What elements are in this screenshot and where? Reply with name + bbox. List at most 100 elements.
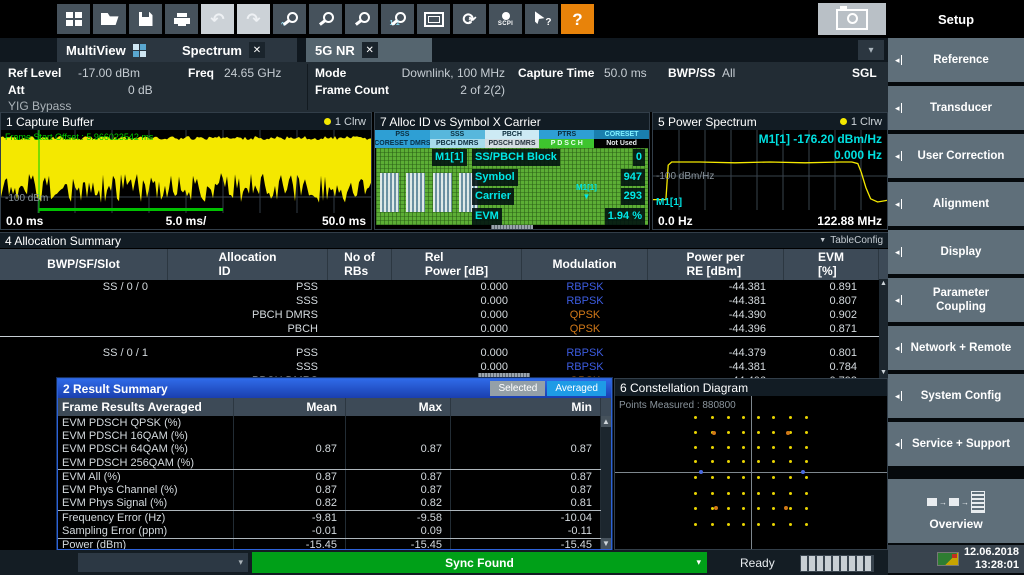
table-row[interactable]: PBCH0.000QPSK-44.3960.871 bbox=[0, 322, 888, 337]
column-header-mean[interactable]: Mean bbox=[234, 398, 346, 416]
capture-buffer-header[interactable]: 1 Capture Buffer 1 Clrw bbox=[1, 113, 371, 130]
table-row[interactable]: EVM PDSCH 64QAM (%)0.870.870.87 bbox=[58, 443, 611, 456]
undo-button[interactable]: ↶ bbox=[201, 4, 234, 34]
column-header-max[interactable]: Max bbox=[346, 398, 451, 416]
help-button[interactable]: ? bbox=[561, 4, 594, 34]
redo-button[interactable]: ↷ bbox=[237, 4, 270, 34]
chevron-down-icon: ▾ bbox=[238, 557, 243, 568]
scroll-up-icon[interactable]: ▲ bbox=[601, 416, 611, 427]
tab-5g-nr[interactable]: 5G NR✕ bbox=[306, 38, 432, 62]
softkey-system-config[interactable]: ◂System Config bbox=[888, 374, 1024, 418]
print-button[interactable] bbox=[165, 4, 198, 34]
table-row[interactable]: SSS0.000RBPSK-44.3810.807 bbox=[0, 294, 888, 308]
overview-button[interactable]: →→ Overview bbox=[888, 479, 1024, 543]
constellation-point bbox=[757, 492, 760, 495]
scroll-down-icon[interactable]: ▼ bbox=[601, 538, 611, 549]
view-tab-selected[interactable]: Selected bbox=[490, 381, 545, 396]
tab-multiview[interactable]: MultiView bbox=[57, 38, 173, 62]
capture-buffer-plot[interactable] bbox=[1, 130, 371, 213]
table-row[interactable]: EVM Phys Signal (%)0.820.820.81 bbox=[58, 497, 611, 511]
column-header-allocation[interactable]: AllocationID bbox=[168, 249, 328, 280]
column-header-no-of[interactable]: No ofRBs bbox=[328, 249, 392, 280]
table-row[interactable]: Frequency Error (Hz)-9.81-9.58-10.04 bbox=[58, 511, 611, 524]
cell: 0.871 bbox=[784, 323, 879, 335]
zoom-one-to-one-button[interactable]: 1:1 bbox=[381, 4, 414, 34]
zoom-selection-button[interactable] bbox=[309, 4, 342, 34]
close-icon[interactable]: ✕ bbox=[362, 42, 378, 58]
softkey-service-support[interactable]: ◂Service + Support bbox=[888, 422, 1024, 466]
zoom-multi-window-button[interactable] bbox=[345, 4, 378, 34]
h-scroll-handle[interactable] bbox=[491, 225, 533, 229]
cell: PSS bbox=[168, 281, 328, 293]
context-help-button[interactable]: ? bbox=[525, 4, 558, 34]
power-spectrum-plot[interactable] bbox=[653, 130, 887, 210]
zoom-signal-button[interactable]: ∿ bbox=[273, 4, 306, 34]
cell: -0.11 bbox=[451, 524, 601, 537]
column-header-bwp-sf-slot[interactable]: BWP/SF/Slot bbox=[0, 249, 168, 280]
column-header-modulation[interactable]: Modulation bbox=[522, 249, 648, 280]
table-row[interactable]: EVM All (%)0.870.870.87 bbox=[58, 470, 611, 483]
table-row[interactable]: SS / 0 / 1PSS0.000RBPSK-44.3790.801 bbox=[0, 346, 888, 360]
table-config-button[interactable]: ▼ TableConfig bbox=[819, 235, 883, 246]
softkey-reference[interactable]: ◂Reference bbox=[888, 38, 1024, 82]
softkey-transducer[interactable]: ◂Transducer bbox=[888, 86, 1024, 130]
table-row[interactable]: EVM PDSCH 16QAM (%) bbox=[58, 429, 611, 442]
softkey-display[interactable]: ◂Display bbox=[888, 230, 1024, 274]
table-row[interactable]: SSS0.000RBPSK-44.3810.784 bbox=[0, 360, 888, 374]
capture-time-value[interactable]: 50.0 ms bbox=[604, 66, 647, 80]
allocation-scrollbar[interactable]: ▲ ▼ bbox=[879, 279, 888, 378]
mode-value[interactable]: Downlink, 100 MHz bbox=[380, 66, 505, 80]
column-header-evm[interactable]: EVM[%] bbox=[784, 249, 879, 280]
open-file-button[interactable] bbox=[93, 4, 126, 34]
alloc-id-header[interactable]: 7 Alloc ID vs Symbol X Carrier bbox=[375, 113, 649, 130]
table-row[interactable]: PBCH DMRS0.000QPSK-44.3900.902 bbox=[0, 308, 888, 322]
alloc-grid[interactable]: M1[1]SS/PBCH Block0Symbol947Carrier293EV… bbox=[376, 148, 648, 225]
ref-level-value[interactable]: -17.00 dBm bbox=[78, 66, 140, 80]
table-row[interactable]: EVM PDSCH 256QAM (%) bbox=[58, 456, 611, 470]
result-scrollbar[interactable]: ▲ ▼ bbox=[601, 416, 611, 549]
screenshot-button[interactable] bbox=[818, 3, 886, 35]
single-sweep-button[interactable]: ⟳s bbox=[453, 4, 486, 34]
status-dropdown[interactable]: ▾ bbox=[78, 553, 248, 572]
constellation-plot[interactable] bbox=[615, 396, 887, 549]
softkey-user-correction[interactable]: ◂User Correction bbox=[888, 134, 1024, 178]
fullscreen-button[interactable] bbox=[417, 4, 450, 34]
table-row[interactable]: EVM Phys Channel (%)0.870.870.87 bbox=[58, 483, 611, 496]
cell: EVM Phys Signal (%) bbox=[58, 497, 234, 510]
att-value[interactable]: 0 dB bbox=[128, 83, 153, 97]
result-summary-titlebar[interactable]: 2 Result Summary SelectedAveraged bbox=[58, 379, 611, 398]
constellation-header[interactable]: 6 Constellation Diagram bbox=[615, 379, 887, 396]
column-header-frame-results-averaged[interactable]: Frame Results Averaged bbox=[58, 398, 234, 416]
softkey-parameter-coupling[interactable]: ◂Parameter Coupling bbox=[888, 278, 1024, 322]
bwp-ss-value[interactable]: All bbox=[722, 66, 735, 80]
tab-spectrum[interactable]: Spectrum✕ bbox=[173, 38, 297, 62]
column-header-rel[interactable]: RelPower [dB] bbox=[392, 249, 522, 280]
allocation-summary-header[interactable]: 4 Allocation Summary ▼ TableConfig bbox=[0, 233, 888, 248]
constellation-point bbox=[694, 431, 697, 434]
scpi-recorder-button[interactable]: SCPI bbox=[489, 4, 522, 34]
cell: 0.000 bbox=[392, 295, 522, 307]
softkey-alignment[interactable]: ◂Alignment bbox=[888, 182, 1024, 226]
freq-value[interactable]: 24.65 GHz bbox=[224, 66, 281, 80]
windows-logo-button[interactable] bbox=[57, 4, 90, 34]
softkey-network-remote[interactable]: ◂Network + Remote bbox=[888, 326, 1024, 370]
table-row[interactable]: EVM PDSCH QPSK (%) bbox=[58, 416, 611, 429]
tab-overflow-dropdown[interactable]: ▾ bbox=[858, 40, 884, 60]
cell: 0.87 bbox=[346, 470, 451, 483]
scroll-down-icon[interactable]: ▼ bbox=[880, 368, 887, 378]
power-spectrum-panel: 5 Power Spectrum 1 Clrw M1[1] -176.20 dB… bbox=[652, 112, 888, 230]
softkey-label: Reference bbox=[933, 53, 989, 67]
table-row[interactable]: Power (dBm)-15.45-15.45-15.45 bbox=[58, 539, 611, 549]
sync-status[interactable]: Sync Found ▾ bbox=[252, 552, 707, 573]
close-icon[interactable]: ✕ bbox=[249, 42, 265, 58]
table-row[interactable]: SS / 0 / 0PSS0.000RBPSK-44.3810.891 bbox=[0, 280, 888, 294]
column-header-min[interactable]: Min bbox=[451, 398, 601, 416]
cell: 0.801 bbox=[784, 347, 879, 359]
column-header-power-per[interactable]: Power perRE [dBm] bbox=[648, 249, 784, 280]
view-tab-averaged[interactable]: Averaged bbox=[547, 381, 606, 396]
power-spectrum-header[interactable]: 5 Power Spectrum 1 Clrw bbox=[653, 113, 887, 130]
save-button[interactable] bbox=[129, 4, 162, 34]
scroll-up-icon[interactable]: ▲ bbox=[880, 279, 887, 289]
frame-count-value[interactable]: 2 of 2(2) bbox=[380, 83, 505, 97]
table-row[interactable]: Sampling Error (ppm)-0.010.09-0.11 bbox=[58, 524, 611, 538]
